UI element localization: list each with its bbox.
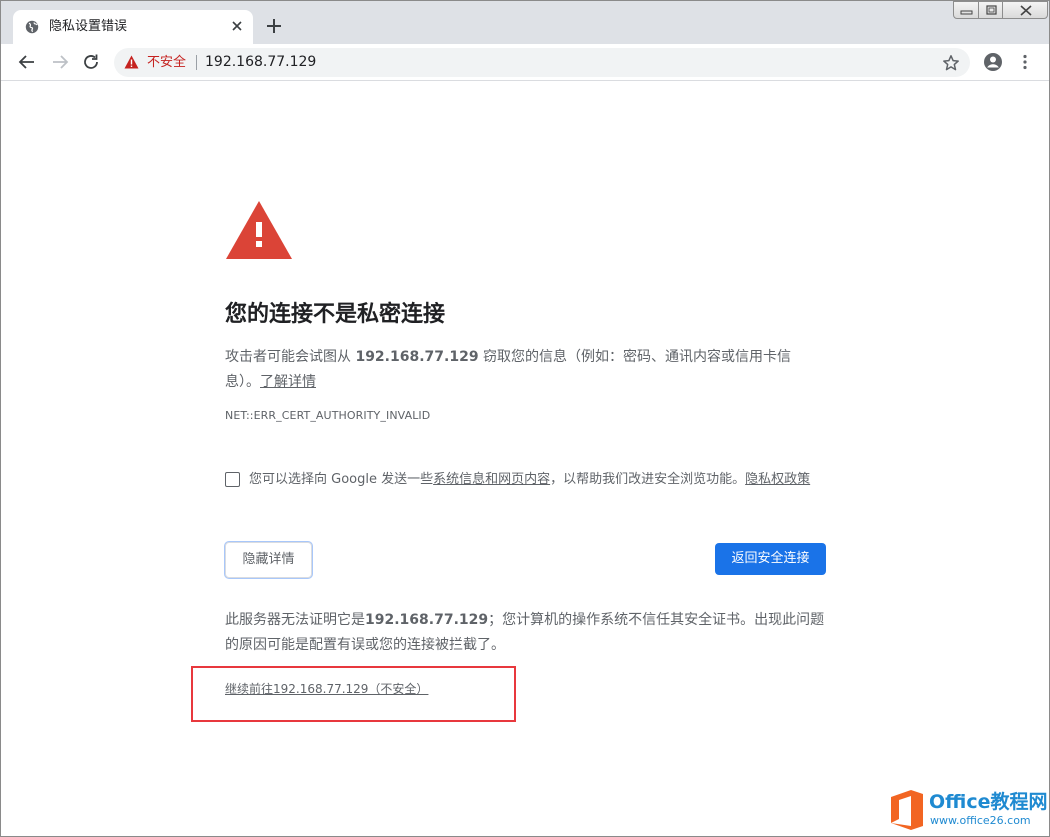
message-prefix: 攻击者可能会试图从 xyxy=(225,349,356,365)
minimize-button[interactable] xyxy=(953,1,979,19)
tab-active[interactable]: 隐私设置错误 xyxy=(13,10,253,44)
details-host: 192.168.77.129 xyxy=(365,612,489,628)
watermark: Office教程网 www.office26.com xyxy=(883,787,1049,833)
office-logo-icon xyxy=(891,790,923,830)
safe-browsing-optin: 您可以选择向 Google 发送一些系统信息和网页内容，以帮助我们改进安全浏览功… xyxy=(225,471,835,491)
privacy-policy-link[interactable]: 隐私权政策 xyxy=(745,472,810,487)
window-close-button[interactable] xyxy=(1002,1,1048,19)
message-host: 192.168.77.129 xyxy=(355,349,479,365)
minimize-icon xyxy=(960,10,973,15)
safe-browsing-checkbox[interactable] xyxy=(225,472,240,487)
browser-toolbar: 不安全 192.168.77.129 xyxy=(1,44,1049,81)
danger-triangle-icon xyxy=(226,201,292,259)
more-vert-icon[interactable] xyxy=(1016,53,1034,71)
star-icon[interactable] xyxy=(942,54,960,72)
sbr-prefix: 您可以选择向 Google 发送一些 xyxy=(249,472,434,487)
tab-strip: 隐私设置错误 xyxy=(1,1,1049,44)
reload-icon[interactable] xyxy=(80,51,102,73)
page-title: 您的连接不是私密连接 xyxy=(225,302,446,327)
watermark-url: www.office26.com xyxy=(930,814,1031,827)
omnibox-divider xyxy=(196,55,197,70)
browser-window: 隐私设置错误 不安全 192.168.77.129 您的连接不是私密连接 攻击者… xyxy=(0,0,1050,837)
window-close-icon xyxy=(1020,5,1032,16)
safe-browsing-text: 您可以选择向 Google 发送一些系统信息和网页内容，以帮助我们改进安全浏览功… xyxy=(249,471,810,489)
learn-more-link[interactable]: 了解详情 xyxy=(260,374,316,390)
url-text[interactable]: 192.168.77.129 xyxy=(205,54,316,71)
annotation-highlight-box xyxy=(191,666,516,722)
close-tab-glyph xyxy=(232,21,242,31)
hide-details-button[interactable]: 隐藏详情 xyxy=(225,542,312,578)
plus-icon[interactable] xyxy=(263,15,285,37)
back-to-safety-button[interactable]: 返回安全连接 xyxy=(715,543,826,575)
details-prefix: 此服务器无法证明它是 xyxy=(225,612,365,628)
watermark-name: Office教程网 xyxy=(929,791,1048,813)
back-arrow-icon[interactable] xyxy=(16,51,38,73)
restore-icon xyxy=(986,5,997,15)
main-message: 攻击者可能会试图从 192.168.77.129 窃取您的信息（例如：密码、通讯… xyxy=(225,345,825,395)
sbr-middle: ，以帮助我们改进安全浏览功能。 xyxy=(550,472,746,487)
close-icon[interactable] xyxy=(229,18,245,34)
details-message: 此服务器无法证明它是192.168.77.129；您计算机的操作系统不信任其安全… xyxy=(225,608,825,658)
warning-triangle-icon[interactable] xyxy=(124,55,139,69)
page-content: 您的连接不是私密连接 攻击者可能会试图从 192.168.77.129 窃取您的… xyxy=(1,82,1049,836)
tab-title: 隐私设置错误 xyxy=(49,19,128,34)
error-code: NET::ERR_CERT_AUTHORITY_INVALID xyxy=(225,409,431,422)
system-info-link[interactable]: 系统信息和网页内容 xyxy=(433,472,550,487)
account-circle-icon[interactable] xyxy=(983,52,1003,72)
security-status-label[interactable]: 不安全 xyxy=(147,54,186,71)
forward-arrow-icon[interactable] xyxy=(49,51,71,73)
address-bar[interactable]: 不安全 192.168.77.129 xyxy=(114,48,970,77)
maximize-button[interactable] xyxy=(978,1,1003,19)
globe-icon xyxy=(25,20,39,34)
new-tab-glyph xyxy=(267,19,281,33)
